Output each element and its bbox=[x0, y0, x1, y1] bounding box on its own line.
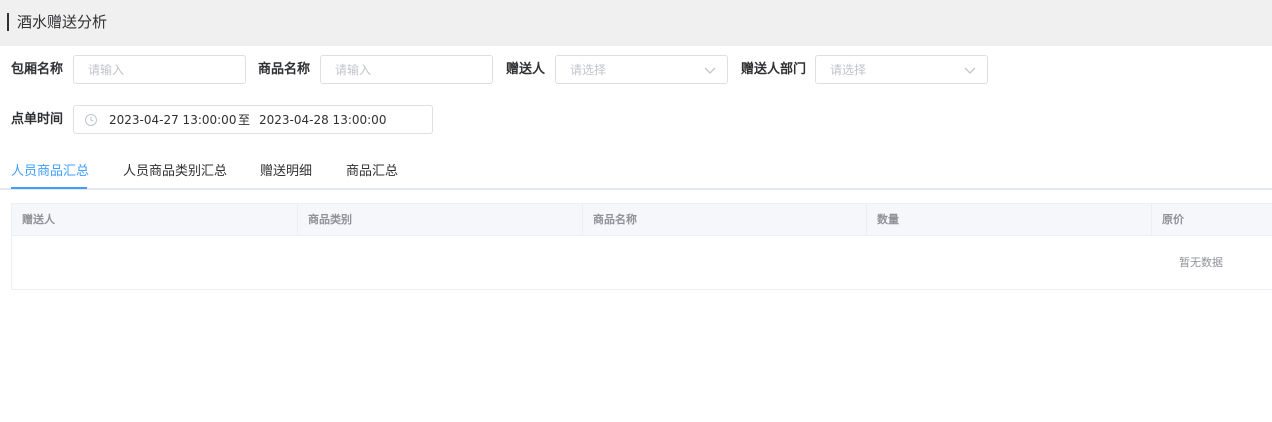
column-header-original-price[interactable]: 原价 bbox=[1152, 204, 1272, 236]
page-title: 酒水赠送分析 bbox=[17, 13, 108, 31]
chevron-down-icon bbox=[964, 67, 976, 74]
page-header: 酒水赠送分析 bbox=[0, 0, 1272, 46]
column-header-product-name[interactable]: 商品名称 bbox=[583, 204, 867, 236]
tabs-divider bbox=[0, 188, 1272, 190]
product-name-placeholder: 请输入 bbox=[335, 63, 372, 77]
giver-dept-select[interactable]: 请选择 bbox=[815, 55, 988, 84]
giver-select[interactable]: 请选择 bbox=[555, 55, 728, 84]
column-header-quantity[interactable]: 数量 bbox=[867, 204, 1152, 236]
table-header: 赠送人 商品类别 商品名称 数量 原价 bbox=[12, 204, 1272, 236]
clock-icon bbox=[85, 114, 97, 126]
order-time-label: 点单时间 bbox=[11, 112, 64, 127]
order-time-range[interactable]: 2023-04-27 13:00:00 至 2023-04-28 13:00:0… bbox=[73, 105, 433, 134]
start-datetime[interactable]: 2023-04-27 13:00:00 bbox=[109, 112, 236, 128]
tab-product-summary[interactable]: 商品汇总 bbox=[346, 163, 398, 181]
room-name-input[interactable]: 请输入 bbox=[73, 55, 246, 84]
tab-person-category-summary[interactable]: 人员商品类别汇总 bbox=[123, 163, 227, 181]
giver-dept-placeholder: 请选择 bbox=[830, 63, 867, 77]
room-name-label: 包厢名称 bbox=[11, 62, 64, 77]
title-accent-bar bbox=[7, 13, 9, 31]
empty-state-text: 暂无数据 bbox=[1179, 256, 1223, 269]
tab-gift-details[interactable]: 赠送明细 bbox=[260, 163, 312, 181]
product-name-label: 商品名称 bbox=[258, 62, 311, 77]
tab-person-product-summary[interactable]: 人员商品汇总 bbox=[11, 163, 89, 181]
giver-dept-label: 赠送人部门 bbox=[741, 62, 807, 77]
giver-placeholder: 请选择 bbox=[570, 63, 607, 77]
active-tab-indicator bbox=[11, 187, 87, 189]
chevron-down-icon bbox=[704, 67, 716, 74]
room-name-placeholder: 请输入 bbox=[88, 63, 125, 77]
product-name-input[interactable]: 请输入 bbox=[320, 55, 493, 84]
data-table: 赠送人 商品类别 商品名称 数量 原价 暂无数据 bbox=[11, 203, 1272, 290]
giver-label: 赠送人 bbox=[506, 62, 546, 77]
column-header-category[interactable]: 商品类别 bbox=[298, 204, 583, 236]
range-separator: 至 bbox=[238, 113, 251, 127]
end-datetime[interactable]: 2023-04-28 13:00:00 bbox=[259, 112, 386, 128]
column-header-giver[interactable]: 赠送人 bbox=[12, 204, 298, 236]
